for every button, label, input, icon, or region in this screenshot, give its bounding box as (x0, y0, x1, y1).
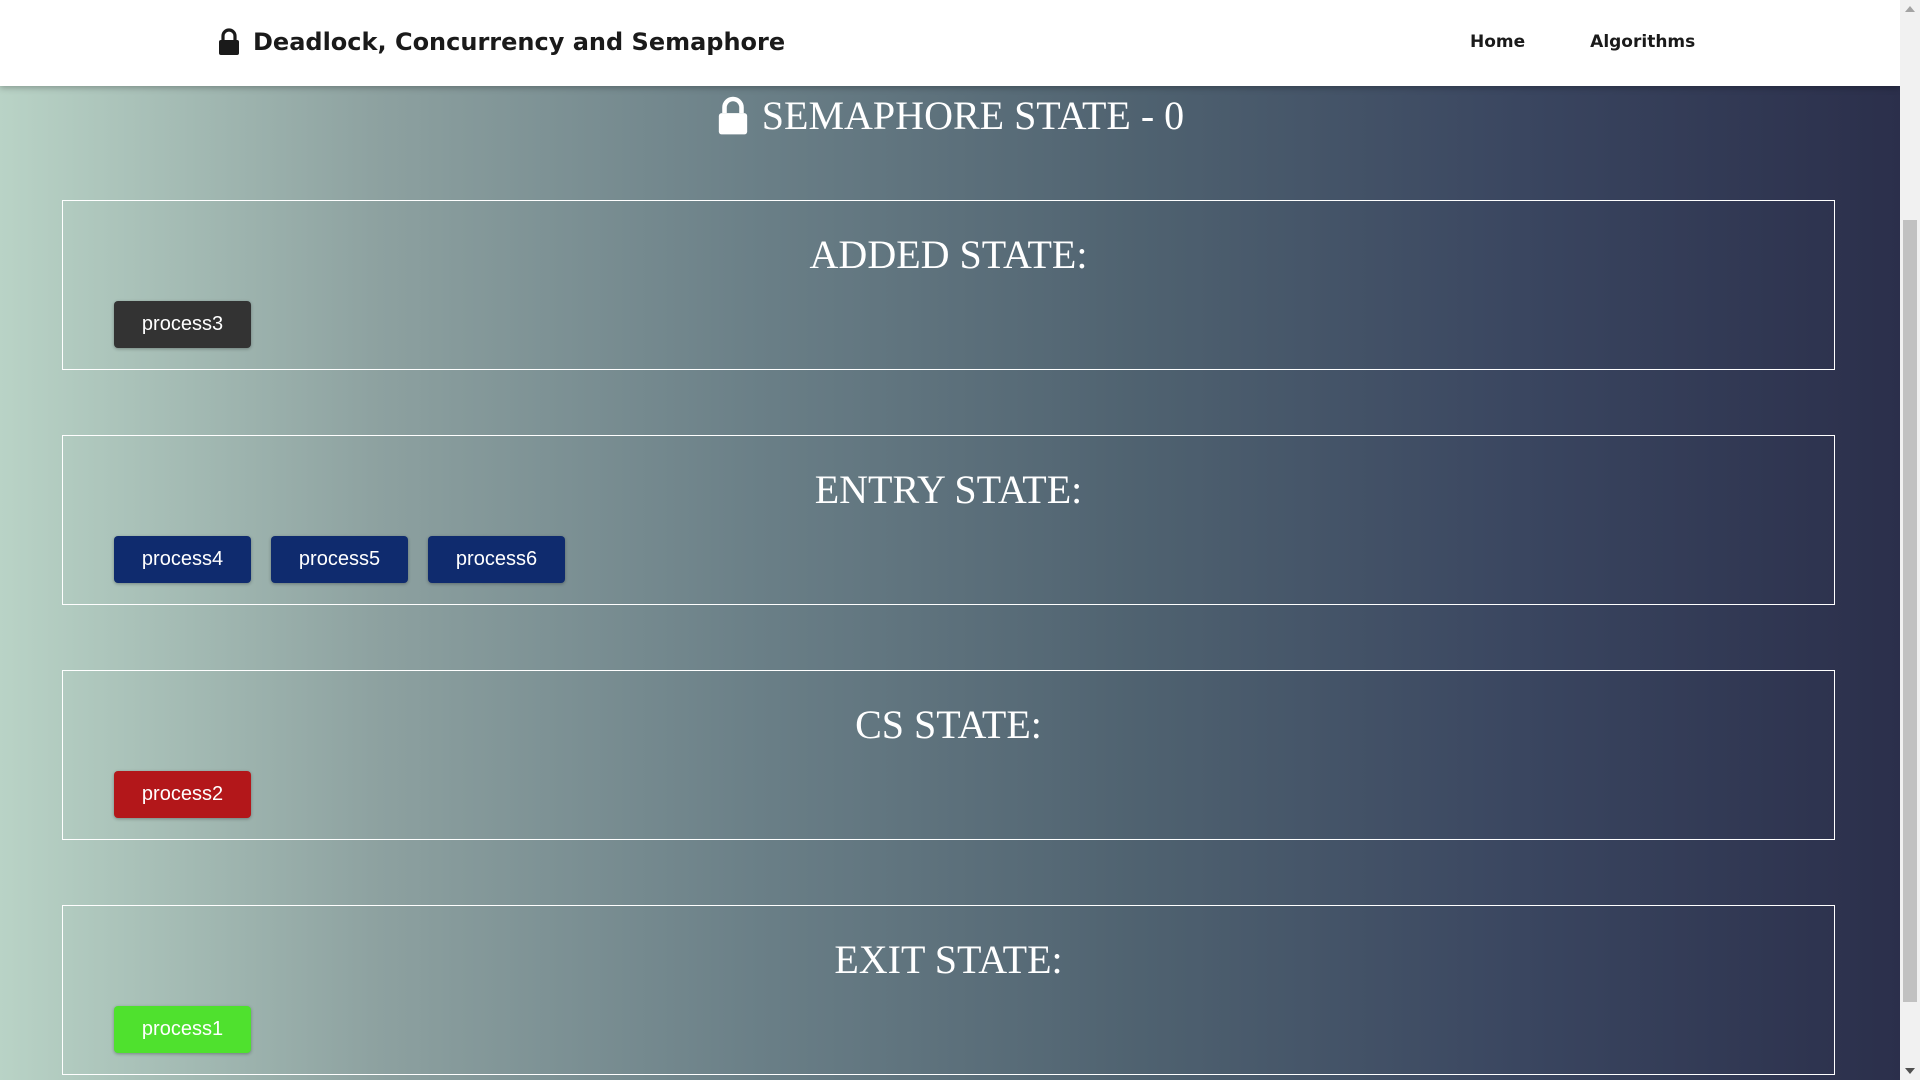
process-chip[interactable]: process6 (428, 536, 565, 583)
brand-title: Deadlock, Concurrency and Semaphore (253, 28, 786, 56)
entry-state-process-list: process4 process5 process6 (114, 536, 565, 583)
process-chip[interactable]: process2 (114, 771, 251, 818)
top-navbar: Deadlock, Concurrency and Semaphore Home… (0, 0, 1900, 86)
process-chip[interactable]: process4 (114, 536, 251, 583)
lock-icon (219, 28, 239, 55)
exit-state-panel: EXIT STATE: process1 (62, 905, 1835, 1075)
cs-state-panel: CS STATE: process2 (62, 670, 1835, 840)
exit-state-process-list: process1 (114, 1006, 251, 1053)
lock-icon (718, 96, 747, 134)
nav-link-home[interactable]: Home (1470, 32, 1525, 52)
entry-state-panel: ENTRY STATE: process4 process5 process6 (62, 435, 1835, 605)
scroll-down-arrow-icon[interactable] (1905, 1068, 1915, 1074)
vertical-scrollbar[interactable] (1900, 0, 1920, 1080)
exit-state-title: EXIT STATE: (834, 937, 1063, 982)
added-state-title: ADDED STATE: (809, 232, 1088, 277)
semaphore-state-text: SEMAPHORE STATE - 0 (761, 93, 1185, 138)
semaphore-state-heading: SEMAPHORE STATE - 0 (0, 92, 1900, 139)
brand[interactable]: Deadlock, Concurrency and Semaphore (217, 28, 785, 56)
process-chip[interactable]: process5 (271, 536, 408, 583)
entry-state-title: ENTRY STATE: (814, 467, 1083, 512)
cs-state-title: CS STATE: (855, 702, 1042, 747)
added-state-process-list: process3 (114, 301, 251, 348)
cs-state-process-list: process2 (114, 771, 251, 818)
process-chip[interactable]: process3 (114, 301, 251, 348)
scroll-thumb[interactable] (1903, 220, 1917, 1002)
added-state-panel: ADDED STATE: process3 (62, 200, 1835, 370)
scroll-up-arrow-icon[interactable] (1905, 6, 1915, 12)
nav-links: Home Algorithms (1470, 32, 1695, 52)
process-chip[interactable]: process1 (114, 1006, 251, 1053)
nav-link-algorithms[interactable]: Algorithms (1590, 32, 1695, 52)
page-viewport: Deadlock, Concurrency and Semaphore Home… (0, 0, 1900, 1080)
